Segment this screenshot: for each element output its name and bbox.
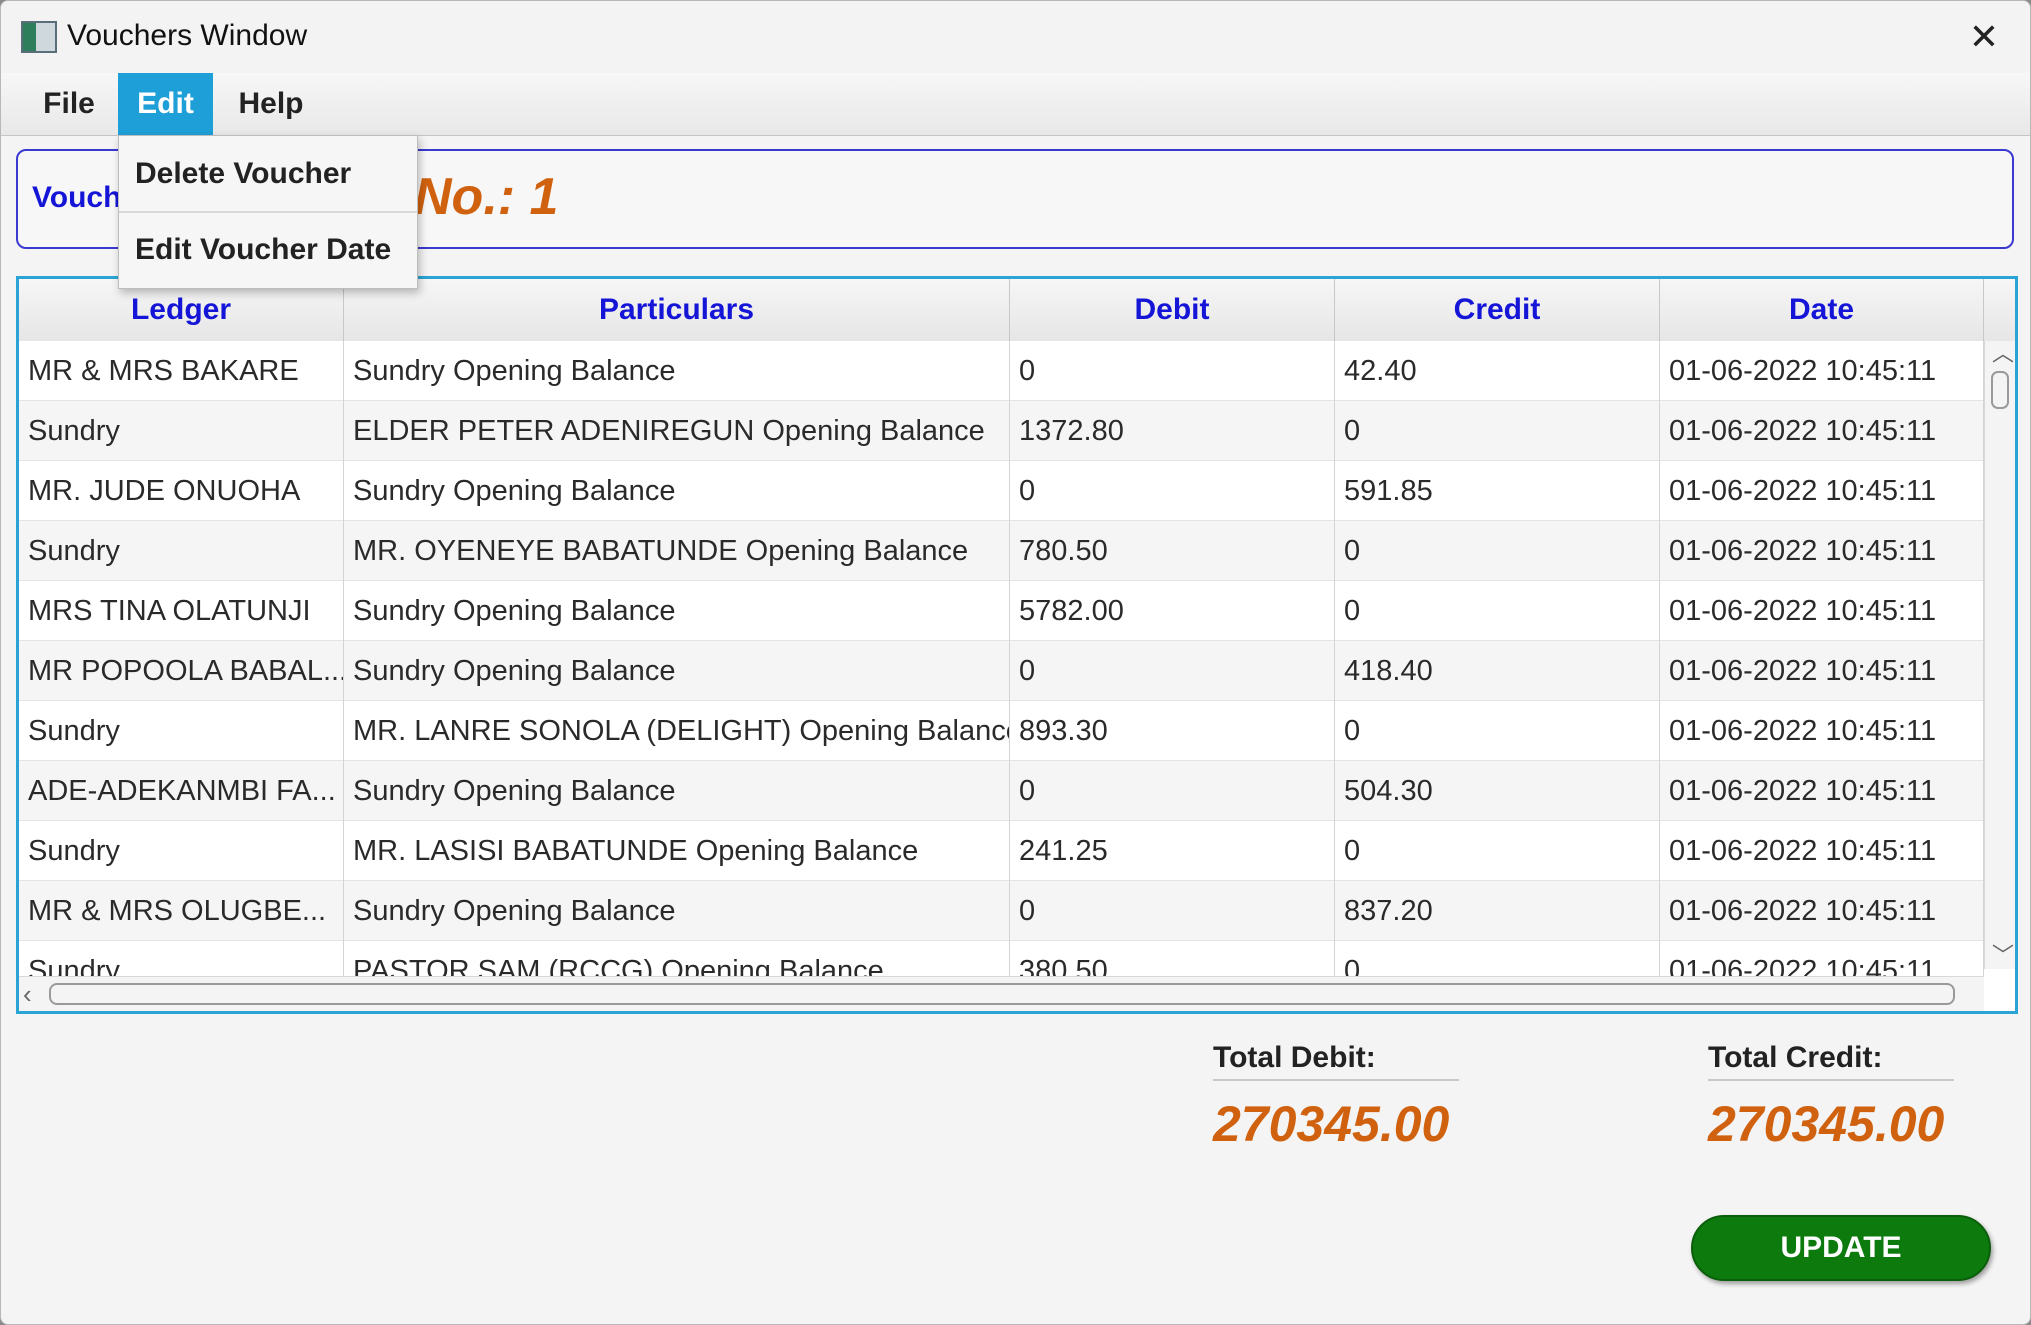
table-row[interactable]: MR. JUDE ONUOHA Sundry Opening Balance 0… bbox=[19, 461, 1984, 521]
menu-item-delete-voucher[interactable]: Delete Voucher bbox=[119, 136, 417, 211]
app-window-icon bbox=[21, 21, 57, 53]
cell-particulars: MR. LANRE SONOLA (DELIGHT) Opening Balan… bbox=[344, 701, 1010, 761]
menu-edit[interactable]: Edit bbox=[118, 73, 213, 135]
cell-debit: 0 bbox=[1010, 881, 1335, 941]
cell-date: 01-06-2022 10:45:11 bbox=[1660, 521, 1984, 581]
cell-date: 01-06-2022 10:45:11 bbox=[1660, 401, 1984, 461]
cell-credit: 0 bbox=[1335, 701, 1660, 761]
cell-particulars: MR. OYENEYE BABATUNDE Opening Balance bbox=[344, 521, 1010, 581]
cell-ledger: ADE-ADEKANMBI FA... bbox=[19, 761, 344, 821]
cell-particulars: Sundry Opening Balance bbox=[344, 881, 1010, 941]
window-title: Vouchers Window bbox=[67, 19, 308, 52]
close-icon: ✕ bbox=[1968, 16, 2000, 57]
cell-ledger: Sundry bbox=[19, 521, 344, 581]
vertical-scroll-thumb[interactable] bbox=[1991, 371, 2009, 409]
cell-date: 01-06-2022 10:45:11 bbox=[1660, 761, 1984, 821]
menu-item-edit-voucher-date[interactable]: Edit Voucher Date bbox=[119, 211, 417, 286]
cell-credit: 0 bbox=[1335, 821, 1660, 881]
cell-ledger: Sundry bbox=[19, 401, 344, 461]
title-bar: Vouchers Window ✕ bbox=[1, 1, 2030, 73]
cell-particulars: Sundry Opening Balance bbox=[344, 581, 1010, 641]
column-header-credit[interactable]: Credit bbox=[1335, 279, 1660, 341]
cell-particulars: MR. LASISI BABATUNDE Opening Balance bbox=[344, 821, 1010, 881]
cell-date: 01-06-2022 10:45:11 bbox=[1660, 701, 1984, 761]
total-credit-value: 270345.00 bbox=[1708, 1096, 1945, 1152]
cell-particulars: Sundry Opening Balance bbox=[344, 761, 1010, 821]
cell-particulars: Sundry Opening Balance bbox=[344, 341, 1010, 401]
menu-file[interactable]: File bbox=[26, 73, 112, 135]
cell-credit: 591.85 bbox=[1335, 461, 1660, 521]
cell-debit: 1372.80 bbox=[1010, 401, 1335, 461]
cell-ledger: MRS TINA OLATUNJI bbox=[19, 581, 344, 641]
voucher-label: Vouch bbox=[32, 181, 122, 214]
table-row[interactable]: MR POPOOLA BABAL... Sundry Opening Balan… bbox=[19, 641, 1984, 701]
table-row[interactable]: Sundry MR. OYENEYE BABATUNDE Opening Bal… bbox=[19, 521, 1984, 581]
cell-debit: 780.50 bbox=[1010, 521, 1335, 581]
cell-date: 01-06-2022 10:45:11 bbox=[1660, 641, 1984, 701]
table-row[interactable]: MR & MRS BAKARE Sundry Opening Balance 0… bbox=[19, 341, 1984, 401]
cell-credit: 418.40 bbox=[1335, 641, 1660, 701]
cell-debit: 0 bbox=[1010, 341, 1335, 401]
cell-date: 01-06-2022 10:45:11 bbox=[1660, 881, 1984, 941]
chevron-up-icon[interactable]: ︿ bbox=[1992, 343, 2014, 365]
cell-ledger: Sundry bbox=[19, 821, 344, 881]
table-body: MR & MRS BAKARE Sundry Opening Balance 0… bbox=[19, 341, 1984, 1011]
cell-ledger: MR & MRS BAKARE bbox=[19, 341, 344, 401]
vouchers-window: Vouchers Window ✕ File Edit Help Vouch N… bbox=[0, 0, 2031, 1325]
cell-date: 01-06-2022 10:45:11 bbox=[1660, 821, 1984, 881]
menu-bar: File Edit Help bbox=[1, 73, 2030, 136]
cell-ledger: MR. JUDE ONUOHA bbox=[19, 461, 344, 521]
table-row[interactable]: Sundry ELDER PETER ADENIREGUN Opening Ba… bbox=[19, 401, 1984, 461]
table-row[interactable]: MRS TINA OLATUNJI Sundry Opening Balance… bbox=[19, 581, 1984, 641]
vertical-scrollbar[interactable]: ︿ ﹀ bbox=[1984, 341, 2015, 969]
voucher-table: Ledger Particulars Debit Credit Date MR … bbox=[16, 276, 2018, 1014]
chevron-down-icon[interactable]: ﹀ bbox=[1992, 945, 2014, 967]
cell-ledger: MR POPOOLA BABAL... bbox=[19, 641, 344, 701]
total-credit-block: Total Credit: 270345.00 bbox=[1708, 1041, 1954, 1153]
cell-date: 01-06-2022 10:45:11 bbox=[1660, 341, 1984, 401]
total-debit-value: 270345.00 bbox=[1213, 1096, 1450, 1152]
table-row[interactable]: ADE-ADEKANMBI FA... Sundry Opening Balan… bbox=[19, 761, 1984, 821]
chevron-left-icon[interactable]: ‹ bbox=[23, 981, 32, 1007]
cell-debit: 0 bbox=[1010, 461, 1335, 521]
cell-particulars: ELDER PETER ADENIREGUN Opening Balance bbox=[344, 401, 1010, 461]
cell-debit: 0 bbox=[1010, 641, 1335, 701]
horizontal-scroll-thumb[interactable] bbox=[49, 983, 1955, 1005]
table-row[interactable]: MR & MRS OLUGBE... Sundry Opening Balanc… bbox=[19, 881, 1984, 941]
total-debit-label: Total Debit: bbox=[1213, 1041, 1459, 1081]
column-header-date[interactable]: Date bbox=[1660, 279, 1984, 341]
cell-date: 01-06-2022 10:45:11 bbox=[1660, 581, 1984, 641]
table-row[interactable]: Sundry MR. LANRE SONOLA (DELIGHT) Openin… bbox=[19, 701, 1984, 761]
update-button[interactable]: UPDATE bbox=[1691, 1215, 1991, 1281]
close-button[interactable]: ✕ bbox=[1956, 11, 2012, 63]
edit-dropdown-menu: Delete Voucher Edit Voucher Date bbox=[118, 135, 418, 289]
cell-credit: 504.30 bbox=[1335, 761, 1660, 821]
cell-particulars: Sundry Opening Balance bbox=[344, 461, 1010, 521]
cell-credit: 0 bbox=[1335, 581, 1660, 641]
cell-debit: 5782.00 bbox=[1010, 581, 1335, 641]
cell-debit: 0 bbox=[1010, 761, 1335, 821]
cell-date: 01-06-2022 10:45:11 bbox=[1660, 461, 1984, 521]
cell-credit: 0 bbox=[1335, 401, 1660, 461]
voucher-number: No.: 1 bbox=[414, 168, 559, 226]
column-header-debit[interactable]: Debit bbox=[1010, 279, 1335, 341]
cell-credit: 0 bbox=[1335, 521, 1660, 581]
cell-ledger: Sundry bbox=[19, 701, 344, 761]
cell-debit: 241.25 bbox=[1010, 821, 1335, 881]
total-credit-label: Total Credit: bbox=[1708, 1041, 1954, 1081]
horizontal-scrollbar[interactable]: ‹ bbox=[19, 976, 1984, 1011]
cell-particulars: Sundry Opening Balance bbox=[344, 641, 1010, 701]
cell-credit: 42.40 bbox=[1335, 341, 1660, 401]
column-header-particulars[interactable]: Particulars bbox=[344, 279, 1010, 341]
total-debit-block: Total Debit: 270345.00 bbox=[1213, 1041, 1459, 1153]
menu-help[interactable]: Help bbox=[226, 73, 316, 135]
cell-ledger: MR & MRS OLUGBE... bbox=[19, 881, 344, 941]
cell-credit: 837.20 bbox=[1335, 881, 1660, 941]
cell-debit: 893.30 bbox=[1010, 701, 1335, 761]
table-row[interactable]: Sundry MR. LASISI BABATUNDE Opening Bala… bbox=[19, 821, 1984, 881]
